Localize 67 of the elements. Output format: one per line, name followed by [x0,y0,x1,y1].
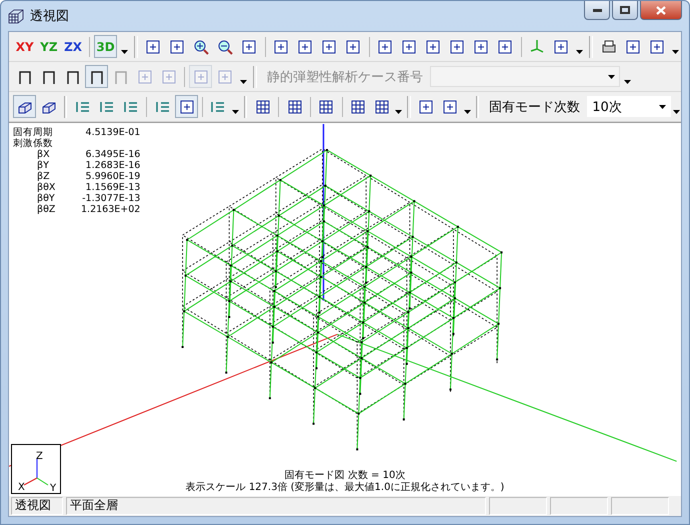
grid-icon [350,98,366,114]
grid-icon [286,98,303,114]
info-value: 1.2163E+02 [81,204,140,215]
close-button[interactable] [640,1,682,20]
info-label: βθX [36,182,56,193]
toolbar-button[interactable] [13,95,36,118]
view-button[interactable]: XY [13,35,36,58]
caption-text: 表示スケール 127.3倍 (変形量は、最大値1.0に正規化されています。) [186,482,504,494]
portal-frame-icon [112,68,128,84]
info-label: 刺激係数 [13,138,54,149]
zoom-in-icon [193,38,210,54]
grid-icon [374,98,390,114]
caret-icon [464,110,471,114]
maximize-button[interactable] [612,1,638,20]
axis-triad-drawing [36,458,38,478]
dropdown-field[interactable]: 10次 [587,96,672,117]
caret-icon [240,80,246,84]
maximize-icon [620,6,630,14]
cube-grid-icon [8,8,24,24]
caret-icon [232,110,239,114]
portal-frame-icon [16,68,32,84]
print-icon [600,38,617,54]
combo-label: 静的弾塑性解析ケース番号 [267,68,423,86]
grid-icon [318,98,334,114]
info-label: 固有周期 [13,127,54,138]
info-value: 6.3495E-16 [84,149,140,160]
3d-view-canvas[interactable]: 固有周期 4.5139E-01 刺激係数 βX 6.3495E-16 βY 1.2683E-16 βZ 5.9960E-19 βθX 1.1569E-13 βθY -1.3077E-13 βθZ 1.2163E+02 固有モード図 次数 = 10次 表示スケール 127.3倍 (変形量は、最大値1.0に正規化されています。) Z X Y [9,122,681,496]
minimize-icon [592,8,602,12]
caret-icon [672,50,679,54]
info-label: βZ [36,171,51,182]
window-title: 透視図 [30,8,69,25]
portal-frame-icon [40,68,56,84]
status-pane [611,497,669,515]
info-value: 4.5139E-01 [84,127,140,138]
toolbar-button[interactable] [175,95,198,118]
info-label: βX [36,149,51,160]
caption-text: 固有モード図 次数 = 10次 [284,470,406,482]
info-value: 5.9960E-19 [84,171,140,182]
caret-icon [624,80,630,84]
info-label: βθY [36,193,56,204]
status-pane [489,497,547,515]
status-pane: 透視図 [11,497,63,515]
portal-frame-icon [64,68,80,84]
minimize-button[interactable] [584,1,610,20]
toolbar-button[interactable] [85,65,108,88]
grid-icon [254,98,271,114]
info-label: βθZ [36,204,56,215]
info-value: -1.3077E-13 [81,193,140,204]
axis-label: Z [36,451,43,462]
info-label: βY [36,160,50,171]
combo-label: 固有モード次数 [489,98,580,116]
info-value: 1.1569E-13 [84,182,140,193]
status-pane: 平面全層 [66,497,486,515]
axis-icon [529,38,546,54]
dropdown-field[interactable] [430,66,620,87]
close-icon [656,6,666,14]
caret-icon [608,74,615,78]
axis-label: X [18,482,25,493]
caret-icon [120,50,128,54]
caret-icon [576,50,584,54]
portal-frame-icon [88,68,104,84]
axis-label: Y [50,483,56,493]
zoom-out-icon [217,38,234,54]
view-button[interactable]: ZX [61,35,85,58]
info-value: 1.2683E-16 [84,160,140,171]
caret-icon [395,110,402,114]
status-pane [550,497,608,515]
